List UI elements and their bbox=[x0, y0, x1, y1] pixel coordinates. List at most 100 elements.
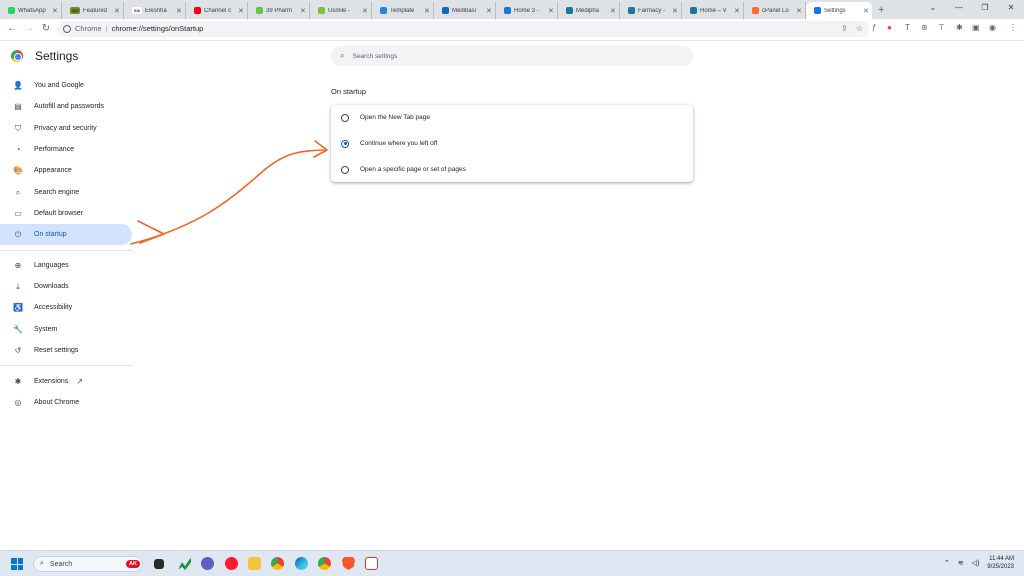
tab-close-icon[interactable]: ✕ bbox=[362, 7, 368, 15]
tab-close-icon[interactable]: ✕ bbox=[863, 7, 869, 15]
sidebar-item-on-startup[interactable]: ⏻ On startup bbox=[0, 224, 132, 245]
browser-tab[interactable]: cPanel Lo ✕ bbox=[744, 2, 806, 19]
extension-pin-icon[interactable]: ⊤ bbox=[938, 23, 945, 32]
bookmark-star-icon[interactable]: ☆ bbox=[856, 21, 863, 37]
browser-tab[interactable]: Farmacy - ✕ bbox=[620, 2, 682, 19]
tab-close-icon[interactable]: ✕ bbox=[548, 7, 554, 15]
tab-favicon-icon bbox=[380, 7, 387, 14]
windows-start-icon[interactable] bbox=[11, 558, 23, 570]
brave-icon[interactable] bbox=[342, 557, 355, 570]
radio-new-tab[interactable] bbox=[341, 113, 349, 122]
sidebar-item-default-browser[interactable]: ▭ Default browser bbox=[0, 203, 132, 224]
chevron-up-icon[interactable]: ⌃ bbox=[944, 559, 950, 567]
browser-tab[interactable]: Eik Eikonha ✕ bbox=[124, 2, 186, 19]
sidebar-item-autofill-and-passwords[interactable]: ▤ Autofill and passwords bbox=[0, 96, 132, 117]
tab-title: Template bbox=[390, 7, 415, 14]
browser-tab[interactable]: 39 Pharm ✕ bbox=[248, 2, 310, 19]
tab-search-icon[interactable]: ⌄ bbox=[920, 0, 946, 19]
browser-tab[interactable]: Home – V ✕ bbox=[682, 2, 744, 19]
sidebar-item-about-chrome[interactable]: ◎ About Chrome bbox=[0, 392, 132, 413]
sidebar-item-privacy-and-security[interactable]: ⛉ Privacy and security bbox=[0, 118, 132, 139]
browser-tab[interactable]: Home 3 - ✕ bbox=[496, 2, 558, 19]
tab-title: Medibasi bbox=[452, 7, 477, 14]
profile-avatar-icon[interactable]: ◉ bbox=[989, 23, 996, 32]
radio-specific-pages[interactable] bbox=[341, 165, 349, 174]
address-bar[interactable]: Chrome | chrome://settings/onStartup ⇪ ☆ bbox=[57, 21, 869, 37]
browser-tab[interactable]: Template ✕ bbox=[372, 2, 434, 19]
chrome-taskbar-icon[interactable] bbox=[271, 557, 284, 570]
tab-close-icon[interactable]: ✕ bbox=[734, 7, 740, 15]
browser-tab[interactable]: Medipha ✕ bbox=[558, 2, 620, 19]
opera-icon[interactable] bbox=[225, 557, 238, 570]
browser-tab[interactable]: Medibasi ✕ bbox=[434, 2, 496, 19]
sidebar-item-system[interactable]: 🔧 System bbox=[0, 319, 132, 340]
file-explorer-icon[interactable] bbox=[248, 557, 261, 570]
close-window-icon[interactable]: ✕ bbox=[998, 0, 1024, 19]
search-input[interactable]: ⌕ Search settings bbox=[331, 46, 693, 66]
history-icon: ↺ bbox=[14, 346, 22, 355]
task-view-icon[interactable] bbox=[154, 559, 164, 569]
teams-chat-icon[interactable] bbox=[201, 557, 214, 570]
tab-close-icon[interactable]: ✕ bbox=[424, 7, 430, 15]
sidebar-item-languages[interactable]: ⊕ Languages bbox=[0, 255, 132, 276]
tab-close-icon[interactable]: ✕ bbox=[486, 7, 492, 15]
browser-tab[interactable]: Channel c ✕ bbox=[186, 2, 248, 19]
tab-favicon-icon bbox=[814, 7, 821, 14]
browser-tab[interactable]: WhatsApp ✕ bbox=[0, 2, 62, 19]
extension-color-icon[interactable]: ● bbox=[887, 23, 892, 32]
volume-icon[interactable]: ◁) bbox=[972, 559, 980, 567]
reload-icon[interactable]: ↻ bbox=[39, 22, 53, 36]
option-specific-pages[interactable]: Open a specific page or set of pages bbox=[331, 157, 693, 182]
browser-tab[interactable]: 365 Featured ✕ bbox=[62, 2, 124, 19]
edge-icon[interactable] bbox=[295, 557, 308, 570]
tab-close-icon[interactable]: ✕ bbox=[52, 7, 58, 15]
clock[interactable]: 11:44 AM 9/25/2023 bbox=[987, 555, 1014, 571]
accessibility-icon: ♿ bbox=[13, 303, 23, 312]
sidebar-item-downloads[interactable]: ⤓ Downloads bbox=[0, 276, 132, 297]
new-tab-icon[interactable]: + bbox=[878, 2, 884, 19]
extension-t-icon[interactable]: T bbox=[905, 23, 910, 32]
radio-continue[interactable] bbox=[341, 139, 349, 148]
sidebar-item-label: About Chrome bbox=[34, 399, 80, 406]
tab-favicon-icon bbox=[504, 7, 511, 14]
wifi-icon[interactable]: ≋ bbox=[958, 559, 964, 567]
restore-icon[interactable]: ❐ bbox=[972, 0, 998, 19]
minimize-icon[interactable]: — bbox=[946, 0, 972, 19]
tab-close-icon[interactable]: ✕ bbox=[610, 7, 616, 15]
sidebar-item-search-engine[interactable]: ⌕ Search engine bbox=[0, 182, 132, 203]
option-new-tab[interactable]: Open the New Tab page bbox=[331, 105, 693, 130]
tab-close-icon[interactable]: ✕ bbox=[238, 7, 244, 15]
puzzle-icon[interactable]: ✱ bbox=[956, 23, 963, 32]
tab-close-icon[interactable]: ✕ bbox=[114, 7, 120, 15]
puzzle-icon: ✱ bbox=[14, 377, 22, 386]
tab-close-icon[interactable]: ✕ bbox=[300, 7, 306, 15]
browser-tab[interactable]: Usmile - ✕ bbox=[310, 2, 372, 19]
extension-gear-icon[interactable]: ⊛ bbox=[921, 23, 928, 32]
tab-close-icon[interactable]: ✕ bbox=[176, 7, 182, 15]
chrome-profile-icon[interactable] bbox=[318, 557, 331, 570]
snipping-tool-icon[interactable] bbox=[365, 557, 378, 570]
tab-favicon-icon bbox=[442, 7, 449, 14]
globe-icon: ⊕ bbox=[14, 261, 22, 270]
share-icon[interactable]: ⇪ bbox=[841, 21, 848, 37]
sidebar-item-extensions[interactable]: ✱ Extensions ↗ bbox=[0, 371, 132, 392]
sidebar-item-appearance[interactable]: 🎨 Appearance bbox=[0, 160, 132, 181]
sidebar-item-performance[interactable]: ◔ Performance bbox=[0, 139, 132, 160]
option-continue[interactable]: Continue where you left off bbox=[331, 131, 693, 156]
tab-close-icon[interactable]: ✕ bbox=[796, 7, 802, 15]
sidebar-item-you-and-google[interactable]: 👤 You and Google bbox=[0, 75, 132, 96]
taskbar-search[interactable]: ⌕ Search AK bbox=[33, 556, 143, 572]
side-panel-icon[interactable]: ▣ bbox=[972, 23, 980, 32]
back-icon[interactable]: ← bbox=[5, 22, 19, 36]
sidebar-item-reset-settings[interactable]: ↺ Reset settings bbox=[0, 340, 132, 361]
tab-close-icon[interactable]: ✕ bbox=[672, 7, 678, 15]
sidebar-item-label: Performance bbox=[34, 146, 75, 153]
power-icon: ⏻ bbox=[14, 229, 22, 239]
stocks-widget-icon[interactable] bbox=[178, 557, 191, 570]
browser-tab[interactable]: Settings ✕ bbox=[806, 2, 872, 19]
forward-icon[interactable]: → bbox=[22, 22, 36, 36]
sidebar-item-label: Downloads bbox=[34, 283, 69, 290]
sidebar-item-accessibility[interactable]: ♿ Accessibility bbox=[0, 297, 132, 318]
extension-f-icon[interactable]: ƒ bbox=[872, 23, 876, 32]
menu-dots-icon[interactable]: ⋮ bbox=[1009, 23, 1017, 32]
